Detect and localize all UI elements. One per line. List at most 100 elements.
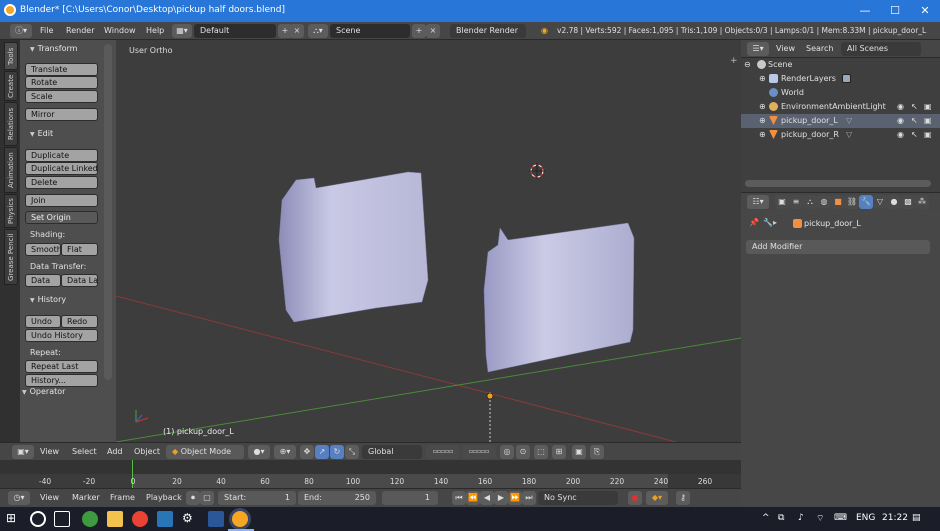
view3d-editor-icon[interactable]: ▣▾ xyxy=(12,445,34,459)
manipulator-icon[interactable]: ✥ xyxy=(300,445,314,459)
menu-help[interactable]: Help xyxy=(146,26,164,35)
render-camera-icon[interactable]: ▣ xyxy=(924,116,932,125)
outliner-h-scrollbar[interactable] xyxy=(745,180,931,187)
select-arrow-icon[interactable]: ↖ xyxy=(911,130,918,139)
render-camera-icon[interactable]: ▣ xyxy=(924,102,932,111)
properties-editor-icon[interactable]: ☷▾ xyxy=(747,195,769,209)
screen-layout-field[interactable]: Default xyxy=(194,24,276,38)
chrome-icon[interactable] xyxy=(132,511,148,527)
outliner-row-scene[interactable]: ⊖ Scene xyxy=(741,58,940,72)
outliner-row-door-r[interactable]: ⊕ pickup_door_R ▽ ◉ ↖ ▣ xyxy=(741,128,940,142)
blender-taskbar-icon[interactable] xyxy=(232,511,248,527)
data-button[interactable]: Data xyxy=(25,274,61,287)
object-mode-select[interactable]: ◆ Object Mode xyxy=(166,445,244,459)
outliner-filter-select[interactable]: All Scenes xyxy=(841,42,921,56)
expand-icon[interactable]: ⊕ xyxy=(759,130,766,139)
start-frame-field[interactable]: Start: 1 xyxy=(218,491,296,505)
outliner-row-lamp[interactable]: ⊕ EnvironmentAmbientLight ◉ ↖ ▣ xyxy=(741,100,940,114)
render-engine-select[interactable]: Blender Render xyxy=(450,24,526,38)
menu-select[interactable]: Select xyxy=(72,447,97,456)
tl-menu-playback[interactable]: Playback xyxy=(146,493,182,502)
transform-panel-header[interactable]: Transform xyxy=(22,42,106,56)
expand-icon[interactable]: ⊕ xyxy=(759,116,766,125)
rotate-button[interactable]: Rotate xyxy=(25,76,98,89)
outliner-row-world[interactable]: World xyxy=(741,86,940,100)
render-camera-icon[interactable]: ▣ xyxy=(924,130,932,139)
prev-key-icon[interactable]: ⏪ xyxy=(466,491,480,505)
tray-chevron-icon[interactable]: ^ xyxy=(762,513,770,523)
volume-icon[interactable]: ♪ xyxy=(798,513,804,523)
add-region-icon[interactable]: + xyxy=(730,56,738,66)
notifications-icon[interactable]: ▤ xyxy=(912,513,921,523)
keyboard-icon[interactable]: ⌨ xyxy=(834,513,847,523)
menu-view[interactable]: View xyxy=(40,447,59,456)
auto-key-icon[interactable]: ● xyxy=(628,491,642,505)
language-indicator[interactable]: ENG xyxy=(856,513,875,523)
edit-panel-header[interactable]: Edit xyxy=(22,127,106,141)
render-tab-icon[interactable]: ▣ xyxy=(775,195,789,209)
snap-icon[interactable]: ⊙ xyxy=(516,445,530,459)
repeat-last-button[interactable]: Repeat Last xyxy=(25,360,98,373)
clock[interactable]: 21:22 xyxy=(882,513,908,523)
orientation-select[interactable]: Global xyxy=(362,445,422,459)
current-frame-field[interactable]: 1 xyxy=(382,491,438,505)
tab-tools[interactable]: Tools xyxy=(4,42,18,70)
editor-type-icon[interactable]: ⓘ▾ xyxy=(10,24,32,38)
start-icon[interactable]: ⊞ xyxy=(6,511,22,527)
search-circle-icon[interactable] xyxy=(30,511,46,527)
visibility-eye-icon[interactable]: ◉ xyxy=(897,116,904,125)
scene-icon[interactable]: ⛬▾ xyxy=(308,24,328,38)
particles-tab-icon[interactable]: ⁂ xyxy=(915,195,929,209)
scene-tab-icon[interactable]: ⛬ xyxy=(803,195,817,209)
undo-button[interactable]: Undo xyxy=(25,315,61,328)
set-origin-select[interactable]: Set Origin xyxy=(25,211,98,224)
duplicate-button[interactable]: Duplicate xyxy=(25,149,98,162)
outliner-menu-view[interactable]: View xyxy=(776,44,795,53)
delete-button[interactable]: Delete xyxy=(25,176,98,189)
join-button[interactable]: Join xyxy=(25,194,98,207)
toolshelf-scrollbar[interactable] xyxy=(104,44,112,380)
sync-select[interactable]: No Sync xyxy=(538,491,618,505)
layers-tab-icon[interactable]: ≡ xyxy=(789,195,803,209)
smooth-button[interactable]: Smooth xyxy=(25,243,61,256)
file-explorer-icon[interactable] xyxy=(107,511,123,527)
3d-viewport[interactable]: User Ortho (1) pickup_door_L + xyxy=(116,40,741,442)
menu-render[interactable]: Render xyxy=(66,26,94,35)
pivot-icon[interactable]: ⊕▾ xyxy=(274,445,296,459)
timeline-area[interactable]: -40 -20 0 20 40 60 80 100 120 140 160 180 200 220 240 2… xyxy=(0,460,741,488)
menu-file[interactable]: File xyxy=(40,26,53,35)
constraints-tab-icon[interactable]: ⛓ xyxy=(845,195,859,209)
proportional-icon[interactable]: ◎ xyxy=(500,445,514,459)
mirror-button[interactable]: Mirror xyxy=(25,108,98,121)
translate-manip-icon[interactable]: ↗ xyxy=(315,445,329,459)
end-frame-field[interactable]: End: 250 xyxy=(298,491,376,505)
data-tab-icon[interactable]: ▽ xyxy=(873,195,887,209)
layout-grid-icon[interactable]: ▦▾ xyxy=(172,24,192,38)
word-icon[interactable] xyxy=(208,511,224,527)
tl-menu-frame[interactable]: Frame xyxy=(110,493,135,502)
menu-object[interactable]: Object xyxy=(134,447,160,456)
snap-element-icon[interactable]: ⬚ xyxy=(534,445,548,459)
timeline-editor-icon[interactable]: ◷▾ xyxy=(8,491,30,505)
minimize-button[interactable]: — xyxy=(850,0,880,22)
scale-manip-icon[interactable]: ⤡ xyxy=(345,445,359,459)
remove-scene-icon[interactable]: × xyxy=(426,24,440,38)
outliner-editor-icon[interactable]: ☰▾ xyxy=(747,42,769,56)
object-tab-icon[interactable]: ■ xyxy=(831,195,845,209)
tray-icon[interactable]: ⧉ xyxy=(778,513,784,523)
tab-grease-pencil[interactable]: Grease Pencil xyxy=(4,229,18,285)
data-layout-button[interactable]: Data La xyxy=(61,274,98,287)
select-arrow-icon[interactable]: ↖ xyxy=(911,116,918,125)
rotate-manip-icon[interactable]: ↻ xyxy=(330,445,344,459)
remove-layout-icon[interactable]: × xyxy=(290,24,304,38)
flat-button[interactable]: Flat xyxy=(61,243,98,256)
layers-grid-2[interactable]: ▫▫▫▫▫ xyxy=(462,445,496,459)
material-tab-icon[interactable]: ● xyxy=(887,195,901,209)
play-icon[interactable]: ▶ xyxy=(494,491,508,505)
render-icon[interactable]: ▣ xyxy=(572,445,586,459)
scene-field[interactable]: Scene xyxy=(330,24,410,38)
outliner-row-door-l[interactable]: ⊕ pickup_door_L ▽ ◉ ↖ ▣ xyxy=(741,114,940,128)
expand-icon[interactable]: ⊕ xyxy=(759,74,766,83)
duplicate-linked-button[interactable]: Duplicate Linked xyxy=(25,162,98,175)
outliner-menu-search[interactable]: Search xyxy=(806,44,833,53)
